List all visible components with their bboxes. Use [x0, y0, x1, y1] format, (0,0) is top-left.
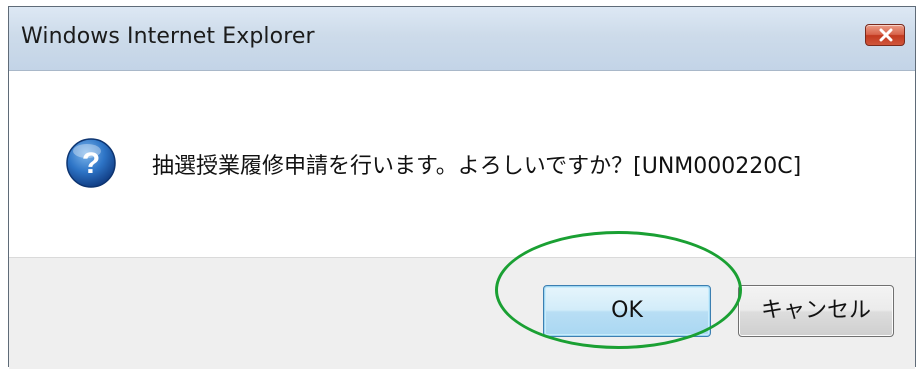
title-bar[interactable]: Windows Internet Explorer — [9, 7, 915, 71]
message-dialog: Windows Internet Explorer ? 抽選授業履修申請を行いま… — [8, 6, 916, 369]
close-icon — [879, 28, 893, 42]
question-icon: ? — [66, 138, 116, 188]
window-title: Windows Internet Explorer — [21, 24, 315, 49]
cancel-button[interactable]: キャンセル — [738, 285, 894, 337]
ok-button[interactable]: OK — [543, 285, 711, 337]
svg-text:?: ? — [82, 147, 100, 180]
close-button[interactable] — [865, 24, 905, 46]
button-bar: OK キャンセル — [9, 257, 915, 369]
dialog-content: ? 抽選授業履修申請を行います。よろしいですか？[UNM000220C] — [9, 71, 915, 257]
dialog-message: 抽選授業履修申請を行います。よろしいですか？[UNM000220C] — [152, 154, 802, 179]
